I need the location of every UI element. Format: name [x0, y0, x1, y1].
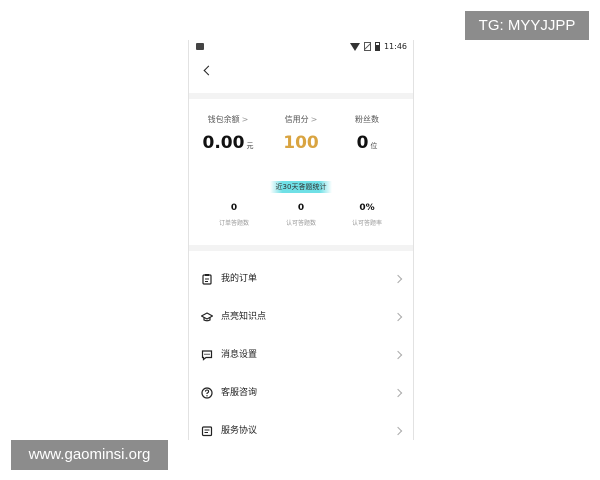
menu-item-my-orders[interactable]: 我的订单 [189, 262, 413, 298]
chevron-right-icon [393, 312, 403, 322]
menu-item-label: 客服咨询 [221, 388, 258, 398]
chevron-right-icon [393, 426, 403, 436]
answer-stat-value: 0 [230, 203, 238, 213]
stat-value: 0.00 [202, 133, 245, 153]
divider [189, 93, 413, 99]
stat-label: 粉丝数 [355, 115, 379, 124]
stat-label: 钱包余额 [207, 115, 240, 124]
stat-credit-score[interactable]: 信用分 > 100 [264, 114, 338, 154]
stat-unit: 位 [370, 142, 378, 150]
menu-item-label: 我的订单 [221, 274, 258, 284]
menu-item-message-settings[interactable]: 消息设置 [189, 338, 413, 374]
answer-stat-label: 订单答题数 [218, 220, 249, 227]
answer-stat-value: 0% [359, 203, 375, 213]
stats-period-badge: 近30天答题统计 [270, 181, 332, 193]
gallery-icon [196, 43, 204, 50]
battery-icon [374, 42, 380, 51]
stat-value: 100 [283, 133, 319, 153]
stat-label: 信用分 [284, 115, 309, 124]
answer-stat-rate: 0% 认可答题率 [330, 202, 404, 227]
menu-item-service-agreement[interactable]: 服务协议 [189, 414, 413, 440]
chevron-right-icon: > [241, 115, 249, 124]
watermark-top: TG: MYYJJPP [465, 11, 589, 40]
watermark-bottom: www.gaominsi.org [11, 440, 168, 470]
menu-item-customer-service[interactable]: 客服咨询 [189, 376, 413, 412]
answer-stat-approved: 0 认可答题数 [264, 202, 338, 227]
clipboard-icon [201, 273, 213, 285]
menu-item-label: 消息设置 [221, 350, 258, 360]
answer-stat-orders: 0 订单答题数 [197, 202, 271, 227]
stat-wallet-balance[interactable]: 钱包余额 > 0.00 元 [191, 114, 265, 154]
chevron-right-icon: > [310, 115, 318, 124]
chevron-right-icon [393, 388, 403, 398]
phone-screen: 11:46 钱包余额 > 0.00 元 信用分 > 100 粉丝数 0位 近30天答题… [188, 40, 414, 440]
message-icon [201, 349, 213, 361]
chevron-right-icon [393, 274, 403, 284]
chevron-right-icon [393, 350, 403, 360]
menu-item-label: 服务协议 [221, 426, 258, 436]
help-icon [201, 387, 213, 399]
stat-value: 0 [356, 133, 369, 153]
wifi-icon [349, 42, 360, 51]
answer-stat-label: 认可答题率 [351, 220, 382, 227]
answer-stat-label: 认可答题数 [285, 220, 316, 227]
menu-item-label: 点亮知识点 [221, 312, 267, 322]
graduation-cap-icon [201, 311, 213, 323]
document-icon [201, 425, 213, 437]
status-bar: 11:46 [189, 40, 413, 55]
stat-unit: 元 [246, 142, 254, 150]
back-arrow-icon[interactable] [201, 64, 215, 78]
answer-stat-value: 0 [297, 203, 305, 213]
no-sim-icon [363, 42, 371, 51]
status-time: 11:46 [383, 42, 407, 51]
menu-item-knowledge-points[interactable]: 点亮知识点 [189, 300, 413, 336]
divider [189, 245, 413, 251]
stat-fans: 粉丝数 0位 [330, 114, 404, 154]
